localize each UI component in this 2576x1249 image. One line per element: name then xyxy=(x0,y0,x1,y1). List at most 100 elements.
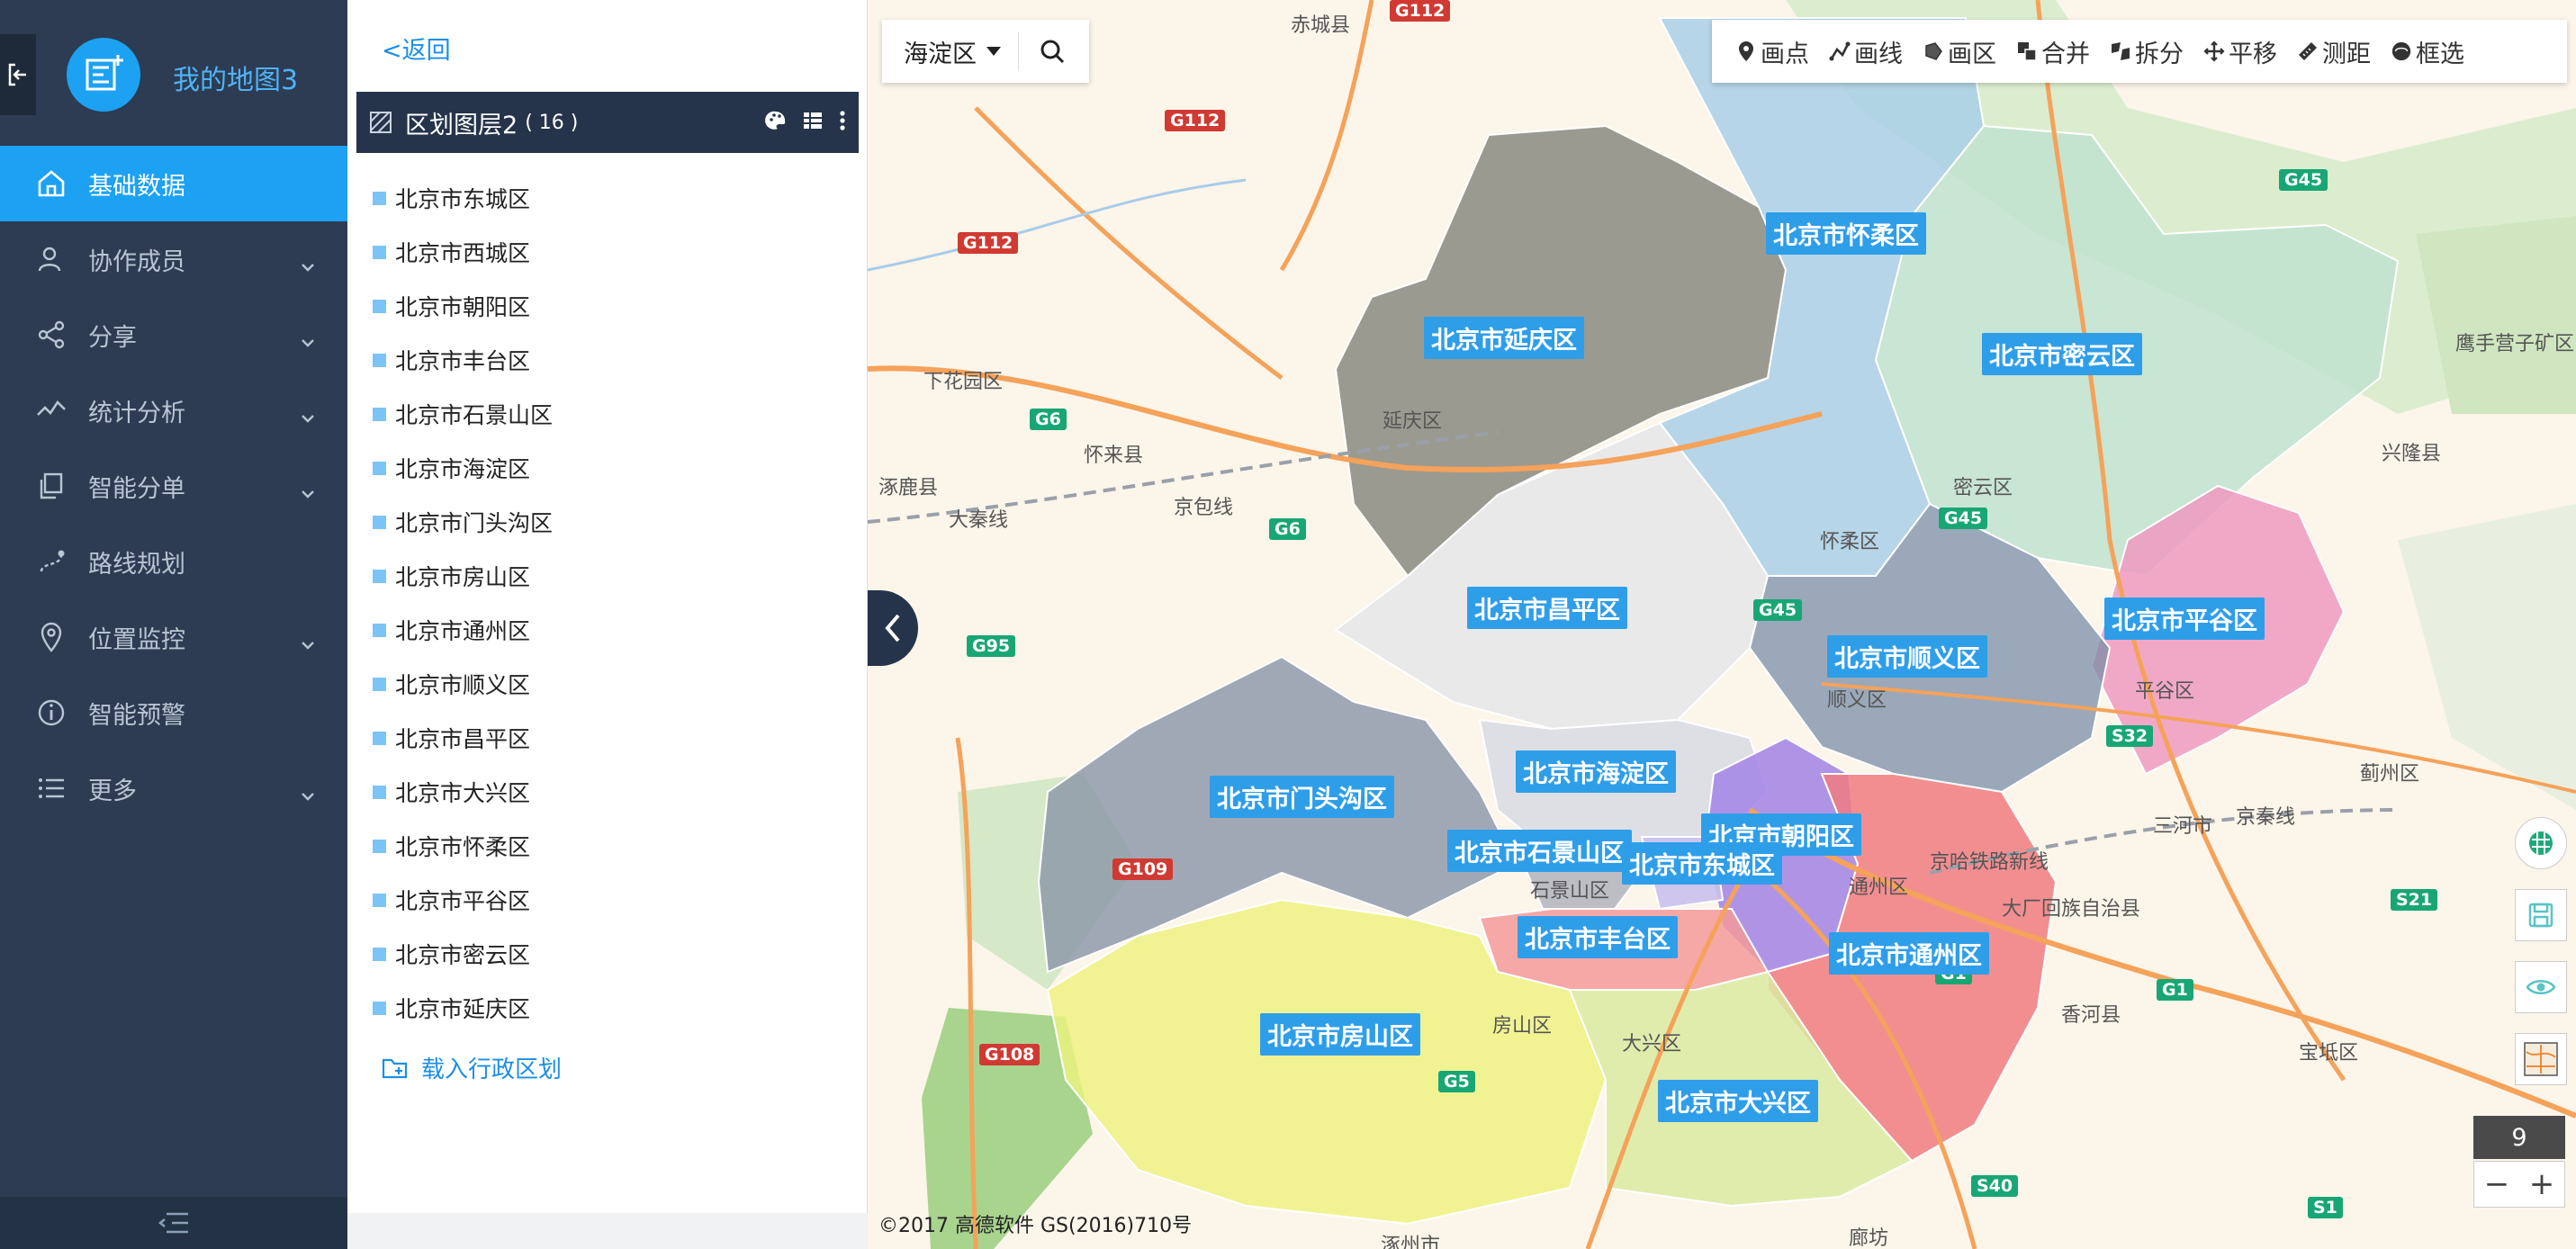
district-map-label[interactable]: 北京市怀柔区 xyxy=(1766,212,1926,255)
district-map-label[interactable]: 北京市丰台区 xyxy=(1518,916,1678,958)
save-map-button[interactable] xyxy=(2515,889,2567,941)
district-map-label[interactable]: 北京市石景山区 xyxy=(1447,830,1632,872)
chevron-down-icon xyxy=(301,477,315,505)
district-name: 北京市丰台区 xyxy=(395,348,531,374)
draw-point-tool[interactable]: 画点 xyxy=(1735,34,1809,69)
tool-label: 框选 xyxy=(2416,40,2464,68)
zoom-out-button[interactable]: − xyxy=(2474,1162,2519,1207)
nav-item-9[interactable]: 更多 xyxy=(0,750,347,826)
district-list-item[interactable]: 北京市门头沟区 xyxy=(373,495,553,549)
measure-tool[interactable]: 测距 xyxy=(2297,34,2371,69)
nav-item-3[interactable]: 分享 xyxy=(0,297,347,373)
district-list-item[interactable]: 北京市延庆区 xyxy=(373,981,553,1035)
district-list-item[interactable]: 北京市石景山区 xyxy=(373,387,553,441)
district-name: 北京市怀柔区 xyxy=(395,834,531,860)
district-list-item[interactable]: 北京市丰台区 xyxy=(373,333,553,387)
district-map-label[interactable]: 北京市大兴区 xyxy=(1658,1080,1818,1122)
split-tool[interactable]: 拆分 xyxy=(2110,34,2184,69)
merge-tool[interactable]: 合并 xyxy=(2016,34,2090,69)
nav-item-1[interactable]: 基础数据 xyxy=(0,146,347,221)
map-thumbnail-button[interactable] xyxy=(2515,1033,2567,1085)
district-list-item[interactable]: 北京市海淀区 xyxy=(373,441,553,495)
map-canvas[interactable]: 赤城县 下花园区 怀来县 涿鹿县 延庆区 密云区 兴隆县 怀柔区 平谷区 顺义区… xyxy=(868,0,2576,1249)
more-vertical-icon[interactable] xyxy=(839,110,846,131)
visibility-button[interactable] xyxy=(2515,961,2567,1013)
district-list-item[interactable]: 北京市大兴区 xyxy=(373,765,553,819)
exit-button[interactable] xyxy=(0,34,36,115)
railway-label: 京包线 xyxy=(1174,497,1234,519)
place-label: 宝坻区 xyxy=(2299,1042,2359,1065)
nav-item-8[interactable]: 智能预警 xyxy=(0,675,347,750)
search-button[interactable] xyxy=(1019,38,1085,65)
nav-item-label: 分享 xyxy=(88,323,137,352)
nav-item-2[interactable]: 协作成员 xyxy=(0,221,347,297)
district-map-label[interactable]: 北京市延庆区 xyxy=(1424,317,1584,359)
location-icon xyxy=(36,622,67,652)
district-map-label[interactable]: 北京市顺义区 xyxy=(1827,635,1987,678)
district-name: 北京市海淀区 xyxy=(395,456,531,482)
table-icon[interactable] xyxy=(803,111,823,130)
district-list-item[interactable]: 北京市平谷区 xyxy=(373,873,553,927)
district-name: 北京市通州区 xyxy=(395,618,531,644)
district-list-item[interactable]: 北京市密云区 xyxy=(373,927,553,981)
road-shield: G6 xyxy=(1269,518,1306,540)
place-label: 大厂回族自治县 xyxy=(2002,898,2141,921)
box-select-tool[interactable]: 框选 xyxy=(2391,34,2464,69)
district-list-item[interactable]: 北京市通州区 xyxy=(373,603,553,657)
copy-icon xyxy=(36,471,67,501)
district-map-label[interactable]: 北京市密云区 xyxy=(1982,333,2142,375)
district-list-item[interactable]: 北京市房山区 xyxy=(373,549,553,603)
chevron-left-icon xyxy=(885,614,900,642)
district-color-swatch xyxy=(373,245,386,259)
zoom-in-button[interactable]: + xyxy=(2519,1162,2564,1207)
pan-tool[interactable]: 平移 xyxy=(2203,34,2277,69)
pin-icon xyxy=(1739,41,1753,61)
district-name: 北京市平谷区 xyxy=(395,888,531,914)
polygon-icon xyxy=(1925,42,1942,60)
district-color-swatch xyxy=(373,515,386,529)
district-map-label[interactable]: 北京市门头沟区 xyxy=(1210,776,1394,818)
district-map-label[interactable]: 北京市通州区 xyxy=(1829,932,1989,975)
layers-control-button[interactable] xyxy=(2515,817,2567,869)
district-map-label[interactable]: 北京市房山区 xyxy=(1260,1013,1420,1056)
list-icon xyxy=(36,773,67,804)
nav-item-4[interactable]: 统计分析 xyxy=(0,373,347,448)
district-select[interactable]: 海淀区 xyxy=(882,31,1019,71)
collapse-nav-button[interactable] xyxy=(0,1197,347,1249)
load-districts-button[interactable]: 载入行政区划 xyxy=(382,1051,562,1084)
back-link[interactable]: <返回 xyxy=(382,31,451,66)
place-label: 顺义区 xyxy=(1827,689,1887,712)
district-list-item[interactable]: 北京市顺义区 xyxy=(373,657,553,711)
district-color-swatch xyxy=(373,569,386,583)
place-label: 房山区 xyxy=(1492,1015,1553,1038)
palette-icon[interactable] xyxy=(765,110,787,131)
district-map-label[interactable]: 北京市海淀区 xyxy=(1516,750,1676,793)
district-list-item[interactable]: 北京市朝阳区 xyxy=(373,279,553,333)
place-label: 廊坊 xyxy=(1849,1227,1889,1249)
route-icon xyxy=(36,546,67,577)
nav-item-label: 智能分单 xyxy=(88,474,185,503)
district-name: 北京市延庆区 xyxy=(395,996,531,1022)
district-list-item[interactable]: 北京市西城区 xyxy=(373,225,553,279)
district-list-item[interactable]: 北京市怀柔区 xyxy=(373,819,553,873)
draw-line-tool[interactable]: 画线 xyxy=(1829,34,1903,69)
nav-item-7[interactable]: 位置监控 xyxy=(0,599,347,675)
district-map-label[interactable]: 北京市平谷区 xyxy=(2104,598,2265,640)
railway-label: 京哈铁路新线 xyxy=(1930,851,2049,874)
place-label: 鹰手营子矿区 xyxy=(2455,333,2575,355)
nav-item-5[interactable]: 智能分单 xyxy=(0,448,347,524)
road-shield: G109 xyxy=(1112,858,1174,880)
nav-item-6[interactable]: 路线规划 xyxy=(0,524,347,599)
district-list-item[interactable]: 北京市昌平区 xyxy=(373,711,553,765)
district-color-swatch xyxy=(373,353,386,367)
district-list-item[interactable]: 北京市东城区 xyxy=(373,171,553,225)
river xyxy=(868,178,1247,272)
nav-item-label: 路线规划 xyxy=(88,550,185,579)
place-label: 密云区 xyxy=(1953,477,2013,499)
district-map-label[interactable]: 北京市东城区 xyxy=(1622,842,1782,885)
home-icon xyxy=(36,168,67,199)
draw-area-tool[interactable]: 画区 xyxy=(1923,34,1996,69)
district-map-label[interactable]: 北京市昌平区 xyxy=(1467,587,1627,629)
place-label: 石景山区 xyxy=(1530,880,1610,903)
nav-item-label: 协作成员 xyxy=(88,247,185,276)
